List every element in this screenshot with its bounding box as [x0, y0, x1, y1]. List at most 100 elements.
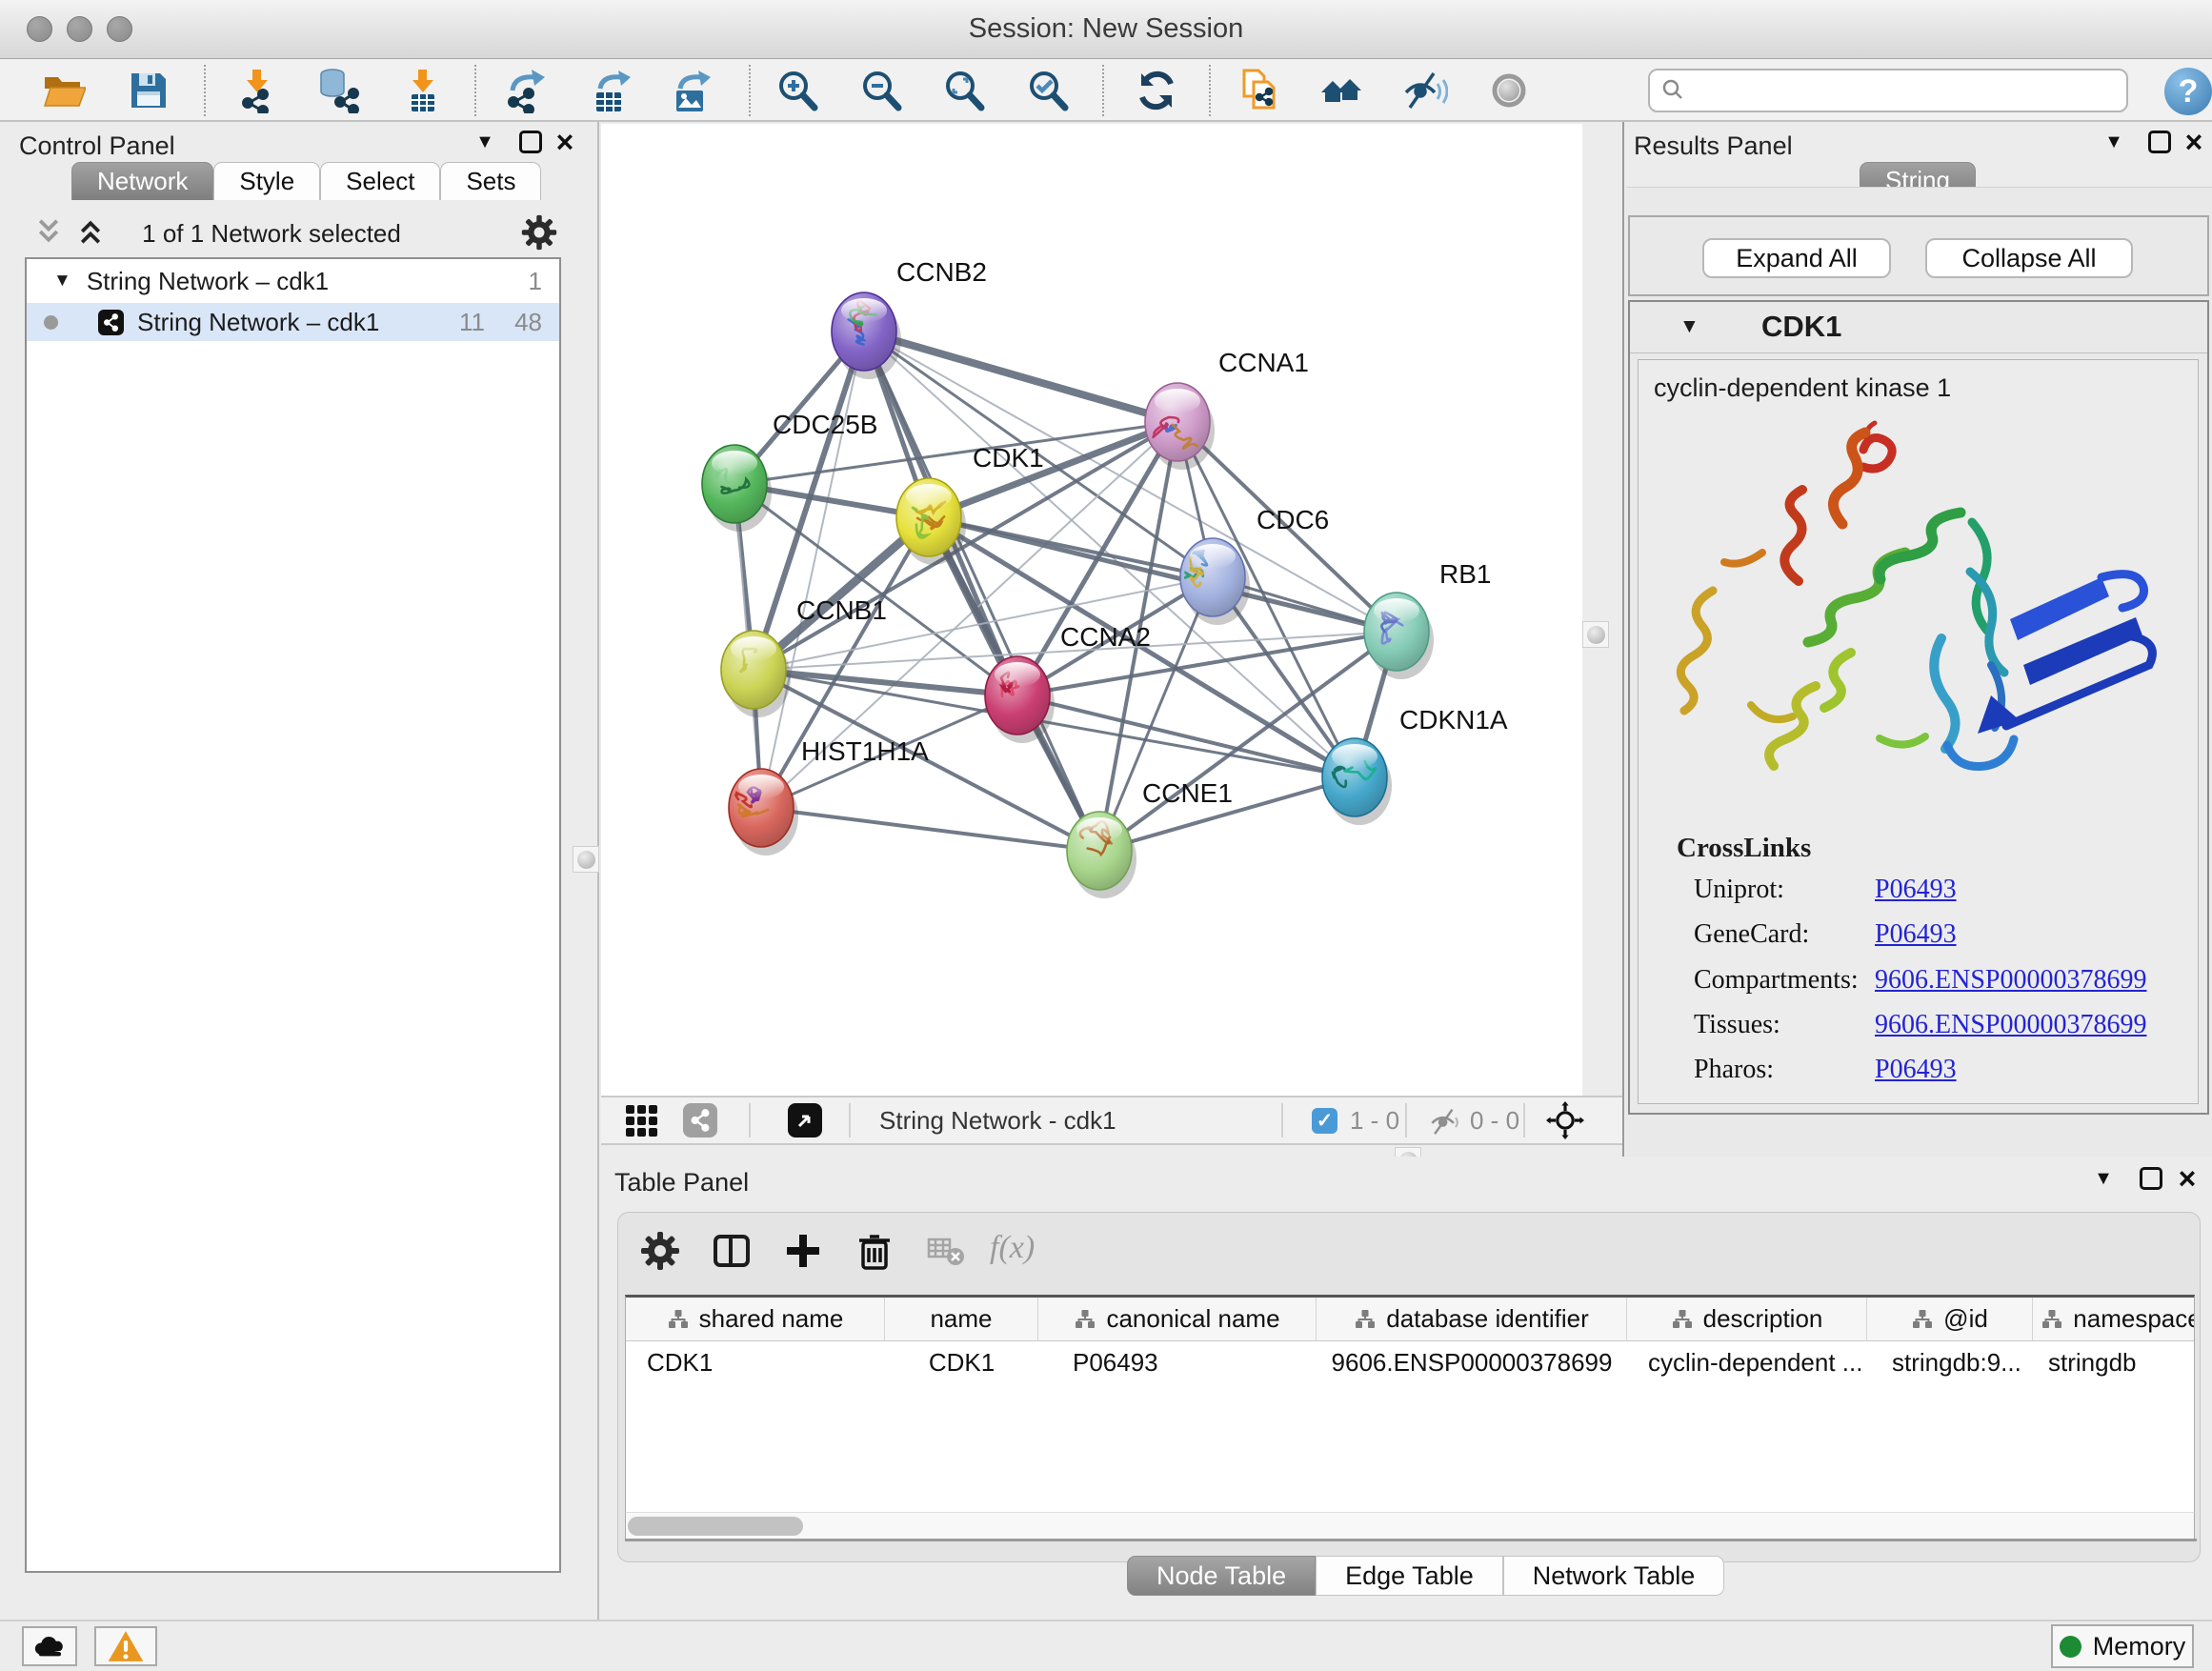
scrollbar-thumb[interactable] — [628, 1517, 803, 1536]
toolbar-separator — [1209, 65, 1211, 116]
tab-select[interactable]: Select — [320, 162, 440, 200]
genecard-link[interactable]: P06493 — [1875, 919, 1957, 950]
uniprot-link[interactable]: P06493 — [1875, 875, 1957, 905]
network-edge-HIST1H1A-CCNE1[interactable] — [761, 808, 1099, 851]
search-icon — [1659, 76, 1688, 105]
cloud-status-icon[interactable] — [22, 1626, 77, 1666]
import-table-file-icon[interactable] — [396, 64, 450, 117]
section-collapse-icon[interactable]: ▼ — [1679, 315, 1699, 338]
export-image-icon[interactable] — [665, 64, 718, 117]
network-row-selected[interactable]: String Network – cdk1 11 48 — [27, 303, 559, 341]
pharos-link[interactable]: P06493 — [1875, 1055, 1957, 1085]
import-network-file-icon[interactable] — [231, 64, 284, 117]
network-options-gear-icon[interactable] — [520, 213, 558, 252]
results-panel-close-icon[interactable]: × — [2178, 126, 2210, 158]
column-header[interactable]: description — [1627, 1298, 1867, 1340]
tab-sets[interactable]: Sets — [440, 162, 541, 200]
hide-selected-icon[interactable] — [1398, 64, 1452, 117]
results-panel-collapse-icon[interactable]: ▼ — [2098, 126, 2130, 158]
table-row[interactable]: CDK1 CDK1 P06493 9606.ENSP00000378699 cy… — [626, 1341, 2194, 1383]
network-view: CCNB2CCNA1CDC25BCDK1CDC6RB1CCNB1CCNA2CDK… — [601, 122, 1622, 1096]
help-icon[interactable]: ? — [2164, 68, 2212, 115]
tree-expander-icon[interactable]: ▼ — [53, 271, 71, 292]
network-collection-label: String Network – cdk1 — [87, 267, 329, 296]
right-splitter-handle[interactable] — [1582, 621, 1609, 648]
network-node-CDC25B[interactable]: CDC25B — [702, 410, 877, 532]
network-share-toggle-icon[interactable] — [683, 1097, 717, 1143]
network-node-CDKN1A[interactable]: CDKN1A — [1322, 705, 1508, 825]
selected-checkbox-icon[interactable]: ✓ — [1312, 1097, 1337, 1143]
column-header[interactable]: namespace — [2033, 1298, 2195, 1340]
network-collection-row[interactable]: ▼ String Network – cdk1 1 — [27, 259, 559, 303]
zoom-selected-icon[interactable] — [1021, 64, 1075, 117]
show-columns-icon[interactable] — [709, 1228, 754, 1274]
crosslink-label: Tissues: — [1694, 1010, 1780, 1040]
column-header[interactable]: @id — [1867, 1298, 2033, 1340]
birdseye-grid-icon[interactable] — [626, 1097, 657, 1143]
toolbar-separator — [474, 65, 476, 116]
fit-content-crosshair-icon[interactable] — [1546, 1097, 1584, 1143]
table-gear-icon[interactable] — [637, 1228, 683, 1274]
tissues-link[interactable]: 9606.ENSP00000378699 — [1875, 1010, 2146, 1040]
network-node-RB1[interactable]: RB1 — [1364, 559, 1491, 679]
refresh-layout-icon[interactable] — [1130, 64, 1183, 117]
network-node-CCNE1[interactable]: CCNE1 — [1067, 778, 1233, 898]
zoom-in-icon[interactable] — [771, 64, 824, 117]
delete-column-trash-icon[interactable] — [852, 1228, 897, 1274]
expand-all-networks-icon[interactable] — [76, 217, 109, 250]
column-header[interactable]: shared name — [626, 1298, 885, 1340]
table-horizontal-scrollbar[interactable] — [625, 1512, 2195, 1539]
tab-node-table[interactable]: Node Table — [1127, 1556, 1316, 1596]
network-canvas[interactable]: CCNB2CCNA1CDC25BCDK1CDC6RB1CCNB1CCNA2CDK… — [601, 124, 1582, 1096]
table-header-row: shared name name canonical name database… — [626, 1298, 2194, 1341]
zoom-fit-icon[interactable] — [937, 64, 991, 117]
control-panel-close-icon[interactable]: × — [549, 126, 581, 158]
search-input[interactable] — [1688, 76, 2107, 106]
cell-canonical-name: P06493 — [1038, 1348, 1317, 1378]
control-panel-float-icon[interactable] — [514, 126, 547, 158]
open-session-icon[interactable] — [36, 64, 90, 117]
collapse-all-networks-icon[interactable] — [34, 217, 67, 250]
tab-style[interactable]: Style — [213, 162, 320, 200]
collapse-all-button[interactable]: Collapse All — [1925, 238, 2133, 278]
hidden-eye-slash-icon[interactable] — [1428, 1097, 1460, 1143]
expand-all-button[interactable]: Expand All — [1702, 238, 1891, 278]
table-panel-collapse-icon[interactable]: ▼ — [2087, 1162, 2120, 1195]
first-neighbors-icon[interactable] — [1315, 64, 1368, 117]
column-header[interactable]: canonical name — [1038, 1298, 1317, 1340]
export-table-icon[interactable] — [585, 64, 638, 117]
network-graph[interactable]: CCNB2CCNA1CDC25BCDK1CDC6RB1CCNB1CCNA2CDK… — [601, 124, 1582, 1096]
network-edge-CDK1-RB1[interactable] — [929, 517, 1397, 632]
warning-status-icon[interactable] — [94, 1626, 157, 1666]
add-column-icon[interactable] — [780, 1228, 826, 1274]
column-header[interactable]: database identifier — [1317, 1298, 1627, 1340]
compartments-link[interactable]: 9606.ENSP00000378699 — [1875, 965, 2146, 996]
network-edge-CCNB2-CCNE1[interactable] — [864, 332, 1099, 851]
control-panel-collapse-icon[interactable]: ▼ — [469, 126, 501, 158]
network-edge-CCNB2-RB1[interactable] — [864, 332, 1397, 632]
results-panel-float-icon[interactable] — [2143, 126, 2176, 158]
table-panel: Table Panel ▼ × f(x) shared name — [601, 1157, 2212, 1620]
import-network-database-icon[interactable] — [311, 64, 364, 117]
tab-edge-table[interactable]: Edge Table — [1316, 1556, 1503, 1596]
clone-network-icon[interactable] — [1234, 64, 1287, 117]
zoom-out-icon[interactable] — [855, 64, 908, 117]
table-panel-float-icon[interactable] — [2135, 1162, 2167, 1195]
tab-network[interactable]: Network — [71, 162, 213, 200]
tab-network-table[interactable]: Network Table — [1503, 1556, 1725, 1596]
left-splitter-handle[interactable] — [573, 846, 599, 873]
network-node-CCNA1[interactable]: CCNA1 — [1145, 348, 1309, 470]
export-network-icon[interactable] — [499, 64, 553, 117]
node-label-CDKN1A: CDKN1A — [1399, 705, 1508, 735]
open-in-window-icon[interactable] — [788, 1097, 822, 1143]
table-panel-title: Table Panel — [614, 1168, 749, 1198]
show-all-icon[interactable] — [1482, 64, 1536, 117]
main-toolbar: ? — [0, 59, 2212, 122]
column-header[interactable]: name — [885, 1298, 1038, 1340]
network-edge-CCNB2-CCNA1[interactable] — [864, 332, 1177, 422]
memory-button[interactable]: Memory — [2051, 1624, 2194, 1668]
node-details-header[interactable]: ▼ CDK1 — [1630, 302, 2207, 353]
table-panel-close-icon[interactable]: × — [2171, 1162, 2203, 1195]
current-network-dot-icon — [44, 315, 58, 330]
save-session-icon[interactable] — [122, 64, 175, 117]
